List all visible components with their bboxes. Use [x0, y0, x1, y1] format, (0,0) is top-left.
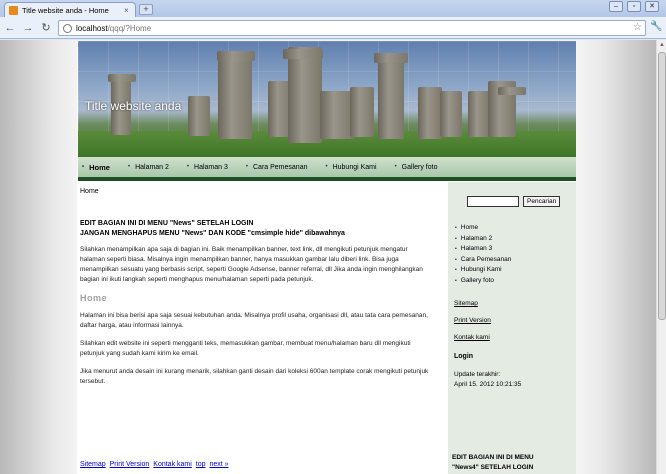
- header-banner: Title website anda: [78, 41, 576, 157]
- reload-icon[interactable]: ↻: [39, 21, 53, 35]
- tab-title: Title website anda - Home: [22, 5, 109, 15]
- site-container: Title website anda • Home • Halaman 2 • Hal…: [77, 41, 576, 474]
- last-update: Update terakhir: April 15. 2012 10:21:35: [454, 371, 522, 388]
- footer-links: Sitemap Print Version Kontak kami top ne…: [80, 461, 231, 468]
- paragraph-page-info: Halaman ini bisa berisi apa saja sesuai …: [80, 312, 428, 329]
- paragraph-design-info: Jika menurut anda desain ini kurang mena…: [80, 368, 429, 385]
- nav-item-gallery-foto[interactable]: • Gallery foto: [395, 164, 438, 171]
- minimize-button[interactable]: –: [609, 1, 623, 12]
- address-bar[interactable]: localhost/qqq/?Home ☆: [58, 20, 646, 36]
- sidebar-menu: • Home • Halaman 2 • Halaman 3 • Cara Pemesa…: [455, 223, 576, 286]
- sidebar-link-sitemap[interactable]: Sitemap: [454, 300, 576, 307]
- bullet-icon: •: [455, 235, 457, 242]
- bullet-icon: •: [82, 164, 85, 170]
- home-heading: Home: [80, 293, 108, 303]
- maximize-button[interactable]: ▫: [627, 1, 641, 12]
- sidebar-link-contact[interactable]: Kontak kami: [454, 334, 576, 341]
- nav-item-halaman-2[interactable]: • Halaman 2: [128, 164, 169, 171]
- url-path: /qqq/?Home: [107, 23, 152, 33]
- sidebar-item-gallery-foto[interactable]: • Gallery foto: [455, 276, 576, 287]
- browser-toolbar: ← → ↻ localhost/qqq/?Home ☆ 🔧: [0, 17, 666, 39]
- nav-item-home[interactable]: • Home: [82, 163, 110, 172]
- login-heading[interactable]: Login: [454, 353, 576, 360]
- tab-close-icon[interactable]: ×: [124, 6, 129, 15]
- site-title: Title website anda: [85, 99, 182, 113]
- browser-tab[interactable]: Title website anda - Home ×: [4, 2, 136, 17]
- nav-item-cara-pemesanan[interactable]: • Cara Pemesanan: [246, 164, 308, 171]
- sidebar-item-halaman-3[interactable]: • Halaman 3: [455, 244, 576, 255]
- breadcrumb: Home: [80, 188, 99, 195]
- nav-item-hubungi-kami[interactable]: • Hubungi Kami: [325, 164, 376, 171]
- close-window-button[interactable]: ✕: [645, 1, 659, 12]
- back-arrow-icon[interactable]: ←: [3, 21, 17, 35]
- new-tab-button[interactable]: +: [139, 4, 153, 15]
- search-form: Pencarian: [467, 196, 576, 207]
- notice-heading: EDIT BAGIAN INI DI MENU "News" SETELAH L…: [80, 220, 345, 237]
- bullet-icon: •: [455, 256, 457, 263]
- bullet-icon: •: [455, 267, 457, 273]
- main-content: Home EDIT BAGIAN INI DI MENU "News" SETE…: [80, 187, 440, 395]
- bullet-icon: •: [455, 246, 457, 252]
- bullet-icon: •: [455, 277, 457, 284]
- forward-arrow-icon[interactable]: →: [21, 21, 35, 35]
- bullet-icon: •: [245, 164, 248, 170]
- sidebar-news-notice: EDIT BAGIAN INI DI MENU "News4" SETELAH …: [452, 454, 534, 471]
- bullet-icon: •: [127, 164, 131, 170]
- footer-link-print[interactable]: Print Version: [110, 461, 150, 468]
- scroll-up-icon[interactable]: ▲: [658, 41, 666, 49]
- bullet-icon: •: [394, 164, 397, 170]
- search-input[interactable]: [467, 196, 519, 207]
- footer-link-next[interactable]: next »: [209, 461, 228, 468]
- browser-titlebar: Title website anda - Home × + – ▫ ✕: [0, 0, 666, 17]
- url-host: localhost: [76, 23, 108, 33]
- bullet-icon: •: [455, 225, 457, 231]
- sidebar-item-hubungi-kami[interactable]: • Hubungi Kami: [455, 265, 576, 276]
- sidebar-item-cara-pemesanan[interactable]: • Cara Pemesanan: [455, 255, 576, 266]
- bullet-icon: •: [325, 164, 328, 170]
- nav-item-halaman-3[interactable]: • Halaman 3: [187, 164, 228, 171]
- favicon-icon: [9, 5, 18, 15]
- page-viewport: Title website anda • Home • Halaman 2 • Hal…: [0, 40, 656, 474]
- footer-link-sitemap[interactable]: Sitemap: [80, 461, 106, 468]
- footer-link-contact[interactable]: Kontak kami: [153, 461, 192, 468]
- sidebar-link-print[interactable]: Print Version: [454, 317, 576, 324]
- bullet-icon: •: [186, 164, 190, 170]
- sidebar-item-halaman-2[interactable]: • Halaman 2: [455, 234, 576, 245]
- paragraph-banner-info: Silahkan menampilkan apa saja di bagian …: [80, 246, 423, 283]
- globe-icon: [63, 23, 72, 33]
- wrench-icon[interactable]: 🔧: [650, 21, 662, 32]
- sidebar: Pencarian • Home • Halaman 2 • Halaman 3 • C…: [448, 182, 576, 474]
- nav-divider: [78, 177, 576, 181]
- vertical-scrollbar[interactable]: ▲: [656, 40, 666, 474]
- search-button[interactable]: Pencarian: [523, 196, 561, 207]
- scroll-thumb[interactable]: [658, 52, 666, 320]
- paragraph-edit-info: Silahkan edit website ini seperti mengga…: [80, 340, 411, 357]
- sidebar-item-home[interactable]: • Home: [455, 223, 576, 234]
- footer-link-top[interactable]: top: [196, 461, 206, 468]
- main-nav: • Home • Halaman 2 • Halaman 3 • Cara Pemesa…: [78, 157, 576, 177]
- bookmark-star-icon[interactable]: ☆: [633, 22, 642, 33]
